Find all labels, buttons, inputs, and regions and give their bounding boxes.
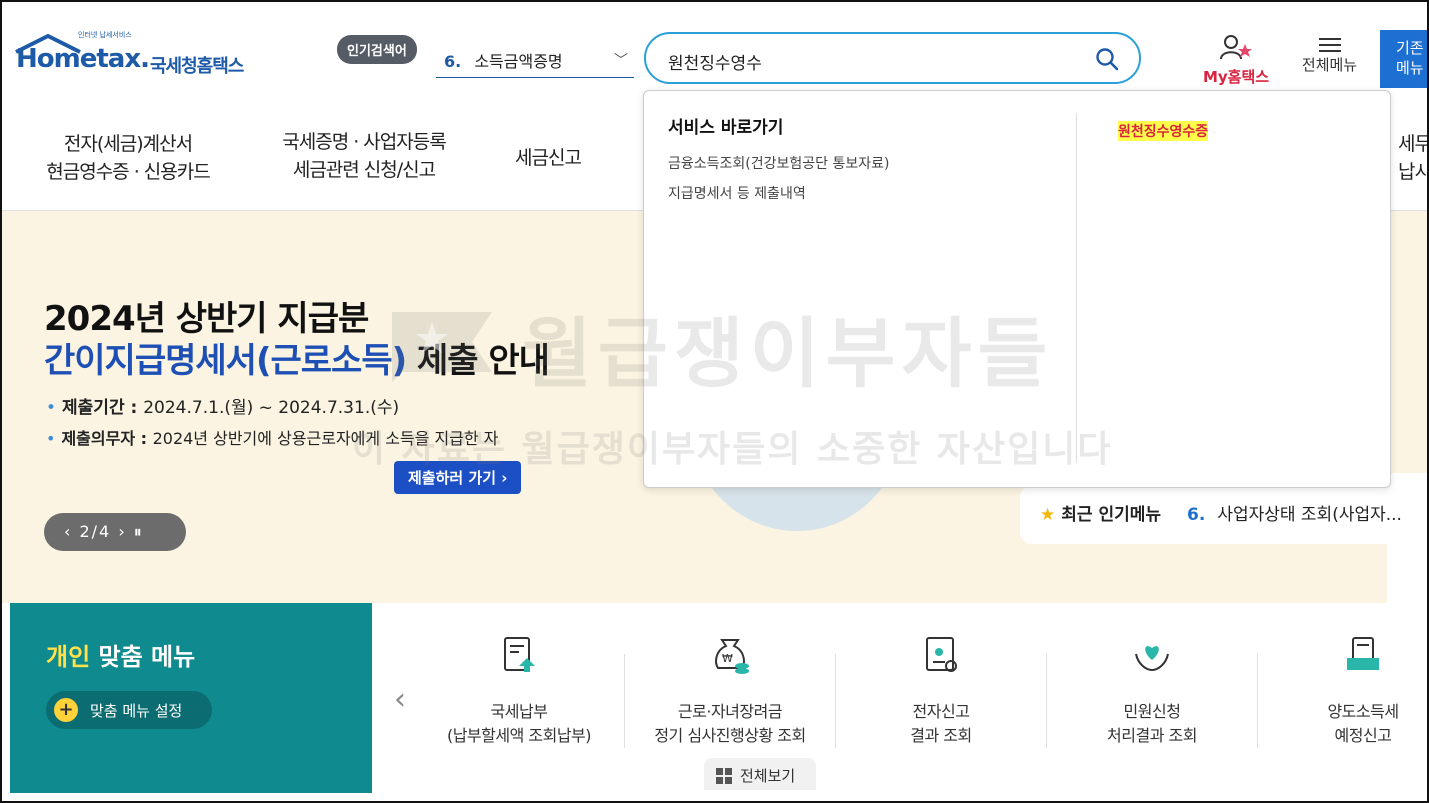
quick-menu-e-filing-result[interactable]: 전자신고결과 조회 [836,632,1046,748]
nav-item-tax-pay[interactable]: 세무 납시 [1398,130,1429,186]
all-menu-label: 전체메뉴 [1301,56,1358,74]
popular-rank-text: 소득금액증명 [474,52,563,71]
custom-menu-title-rest: 맞춤 메뉴 [90,643,196,671]
nav-label: 세금관련 신청/신고 [292,159,436,181]
nav-item-certificates[interactable]: 국세증명 · 사업자등록 세금관련 신청/신고 [264,128,464,184]
quick-menu-capital-gains-tax[interactable]: 양도소득세예정신고 [1258,632,1427,748]
search-value: 원천징수영수 [668,54,762,74]
quick-menu-earned-income-credit[interactable]: ₩ 근로·자녀장려금정기 심사진행상황 조회 [625,632,835,748]
popular-rank-number: 6. [444,52,462,71]
custom-menu-settings-label: 맞춤 메뉴 설정 [90,702,183,720]
chevron-down-icon: ﹀ [614,53,628,69]
banner-title-rest: 제출 안내 [406,341,550,381]
nav-label: 전자(세금)계산서 [63,133,193,155]
quick-menu-civil-request-result[interactable]: 민원신청처리결과 조회 [1047,632,1257,748]
user-star-icon [1220,35,1252,60]
all-menu-button[interactable]: 전체메뉴 [1292,34,1367,75]
quick-label: (납부할세액 조회납부) [446,726,592,745]
heart-hands-icon [1135,646,1169,672]
quick-label: 민원신청 [1123,702,1181,721]
certificate-icon [926,637,957,672]
banner-pager[interactable]: ‹ 2/4 › ⏸ [44,513,186,551]
custom-menu-settings-button[interactable]: + 맞춤 메뉴 설정 [46,691,212,729]
quick-label: 국세납부 [490,702,548,721]
shortcut-link-financial-income[interactable]: 금융소득조회(건강보험공단 통보자료) [668,153,889,173]
banner-title-line2: 간이지급명세서(근로소득) 제출 안내 [44,333,550,382]
logo-tagline: 인터넷 납세서비스 [78,31,132,39]
tray-document-icon [1347,637,1379,670]
quick-label: 정기 심사진행상황 조회 [654,726,806,745]
banner-title-highlight: 간이지급명세서(근로소득) [44,341,407,381]
quick-label: 양도소득세 [1327,702,1399,721]
nav-item-tax-report[interactable]: 세금신고 [500,144,596,172]
legacy-menu-line1: 기존 [1396,39,1424,57]
search-input[interactable]: 원천징수영수 [644,32,1141,84]
popular-search-badge: 인기검색어 [337,35,417,64]
svg-text:₩: ₩ [722,652,733,665]
bullet-icon: • [46,398,57,418]
my-hometax-button[interactable]: My홈택스 [1196,34,1276,87]
hot-menu-text: 사업자상태 조회(사업자... [1217,505,1402,525]
hometax-page: 인터넷 납세서비스 Hometax. 국세청홈택스 인기검색어 6. 소득금액증… [0,0,1429,803]
grid-icon [716,768,732,784]
hot-menu-title: 최근 인기메뉴 [1061,505,1162,525]
service-shortcut-title: 서비스 바로가기 [668,118,784,138]
my-hometax-label: My홈택스 [1202,68,1270,86]
banner-period-value: 2024.7.1.(월) ~ 2024.7.31.(수) [143,398,400,418]
shortcut-link-payment-statement[interactable]: 지급명세서 등 제출내역 [668,183,806,203]
search-suggestion-dropdown: 서비스 바로가기 금융소득조회(건강보험공단 통보자료) 지급명세서 등 제출내… [643,90,1391,488]
dropdown-divider [1076,113,1077,463]
hometax-logo[interactable]: 인터넷 납세서비스 Hometax. 국세청홈택스 [14,30,264,90]
quick-label: 예정신고 [1334,726,1392,745]
custom-menu-title-highlight: 개인 [46,643,91,671]
nav-label: 세금신고 [515,147,582,169]
quick-label: 처리결과 조회 [1107,726,1197,745]
view-all-button[interactable]: 전체보기 [704,758,816,790]
quick-menu-tax-payment[interactable]: 국세납부 (납부할세액 조회납부) [414,632,624,748]
legacy-menu-button[interactable]: 기존 메뉴 [1380,30,1427,88]
quick-label: 전자신고 [912,702,970,721]
popular-search-dropdown[interactable]: 6. 소득금액증명 ﹀ [436,36,634,78]
money-bag-icon: ₩ [715,639,749,674]
nav-label: 국세증명 · 사업자등록 [282,131,446,153]
quick-label: 근로·자녀장려금 [677,702,783,721]
banner-duty-label: 제출의무자 : [61,429,153,448]
banner-period-label: 제출기간 : [62,398,144,418]
nav-label: 현금영수증 · 신용카드 [46,161,210,183]
search-icon[interactable] [1095,47,1119,71]
nav-label: 납시 [1398,161,1429,183]
logo-korean: 국세청홈택스 [150,56,244,77]
banner-period: • 제출기간 : 2024.7.1.(월) ~ 2024.7.31.(수) [46,393,399,418]
banner-duty-value: 2024년 상반기에 상용근로자에게 소득을 지급한 자 [152,429,499,448]
view-all-label: 전체보기 [740,767,796,785]
suggestion-withholding-receipt[interactable]: 원천징수영수증 [1118,121,1209,141]
logo-english: Hometax. [16,44,150,74]
nav-label: 세무 [1398,133,1429,155]
plus-icon: + [54,698,78,722]
hamburger-icon [1292,38,1367,52]
star-icon: ★ [1040,505,1056,525]
quick-label: 결과 조회 [910,726,972,745]
hot-menu-rank: 6. [1187,505,1206,525]
recent-popular-menu[interactable]: ★ 최근 인기메뉴 6. 사업자상태 조회(사업자... [1020,486,1427,544]
banner-duty: • 제출의무자 : 2024년 상반기에 상용근로자에게 소득을 지급한 자 [46,425,498,449]
custom-menu-title: 개인 맞춤 메뉴 [46,637,195,672]
nav-item-e-invoice[interactable]: 전자(세금)계산서 현금영수증 · 신용카드 [30,130,226,186]
submit-go-button[interactable]: 제출하러 가기 › [394,461,522,494]
legacy-menu-line2: 메뉴 [1396,59,1424,77]
document-upload-icon [504,637,535,672]
bullet-icon: • [46,429,56,448]
custom-menu-panel: 개인 맞춤 메뉴 + 맞춤 메뉴 설정 [10,603,372,793]
chevron-left-icon[interactable]: ‹ [394,682,406,717]
